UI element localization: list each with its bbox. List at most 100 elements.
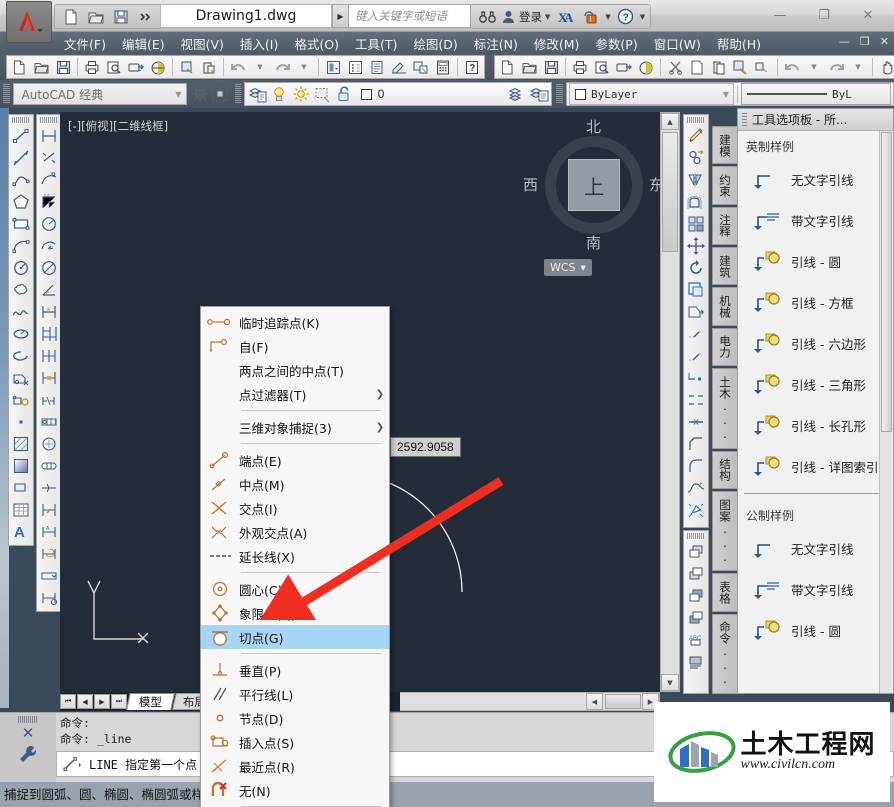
scroll-up-arrow[interactable]: ▲ bbox=[661, 113, 679, 130]
palette-tab-constraints[interactable]: 约束 bbox=[712, 166, 737, 205]
open-icon[interactable] bbox=[518, 57, 540, 77]
list-item[interactable]: 引线 - 六边形 bbox=[738, 323, 893, 364]
open-icon[interactable] bbox=[30, 57, 52, 77]
diameter-dimension-icon[interactable] bbox=[38, 257, 60, 279]
menu-item-quadrant[interactable]: 象限点(Q) bbox=[201, 601, 389, 625]
menu-view[interactable]: 视图(V) bbox=[173, 32, 232, 55]
toolbar-grip[interactable] bbox=[12, 117, 30, 123]
copy-object-icon[interactable] bbox=[685, 147, 707, 169]
send-hatch-to-back-icon[interactable] bbox=[685, 651, 707, 673]
sign-in-button[interactable]: 登录 bbox=[502, 9, 542, 25]
dbconnect-icon[interactable] bbox=[410, 57, 432, 77]
tool-palette-body[interactable]: 英制样例 无文字引线 带文字引线 引线 - 圆 引线 - 方框 引线 - 六边形 bbox=[738, 131, 893, 693]
plot-icon[interactable] bbox=[569, 57, 591, 77]
layer-on-off-icon[interactable] bbox=[268, 84, 290, 104]
menu-format[interactable]: 格式(O) bbox=[286, 32, 347, 55]
workspace-lock-icon[interactable] bbox=[210, 84, 231, 104]
binoculars-icon[interactable] bbox=[476, 6, 499, 27]
menu-item-center[interactable]: 圆心(C) bbox=[201, 577, 389, 601]
menu-item-parallel[interactable]: 平行线(L) bbox=[201, 682, 389, 706]
dimension-inspect-icon[interactable] bbox=[38, 455, 60, 477]
list-item[interactable]: 引线 - 长孔形 bbox=[738, 405, 893, 446]
toolbar-grip[interactable] bbox=[40, 117, 58, 123]
ellipse-icon[interactable] bbox=[10, 323, 32, 345]
properties-icon[interactable] bbox=[344, 57, 366, 77]
menu-help[interactable]: 帮助(H) bbox=[709, 32, 769, 55]
undo-icon[interactable] bbox=[227, 57, 249, 77]
list-item[interactable]: 无文字引线 bbox=[738, 528, 893, 569]
layer-freeze-thaw-icon[interactable] bbox=[290, 84, 312, 104]
menu-item-intersection[interactable]: 交点(I) bbox=[201, 496, 389, 520]
palette-tab-electrical[interactable]: 电力 bbox=[712, 327, 737, 367]
viewcube[interactable]: 上 北 南 西 东 bbox=[523, 118, 664, 252]
rectangle-icon[interactable] bbox=[10, 213, 32, 235]
dimension-jog-line-icon[interactable] bbox=[38, 477, 60, 499]
minimize-button[interactable]: — bbox=[758, 2, 802, 28]
erase-icon[interactable] bbox=[685, 125, 707, 147]
scroll-thumb-horizontal[interactable] bbox=[605, 694, 641, 709]
help-icon[interactable]: ? bbox=[461, 57, 483, 77]
send-under-object-icon[interactable] bbox=[685, 607, 707, 629]
continue-dimension-icon[interactable] bbox=[38, 345, 60, 367]
menu-item-insert-point[interactable]: 插入点(S) bbox=[201, 730, 389, 754]
scroll-down-arrow[interactable]: ▼ bbox=[661, 674, 679, 691]
3dprint-icon[interactable] bbox=[147, 57, 169, 77]
send-to-back-icon[interactable] bbox=[685, 563, 707, 585]
layer-properties-manager-icon[interactable] bbox=[246, 84, 268, 104]
table-icon[interactable] bbox=[10, 499, 32, 521]
new-icon[interactable] bbox=[8, 57, 30, 77]
exchange-icon[interactable]: XA bbox=[553, 6, 576, 27]
canvas-vertical-scrollbar[interactable]: ▲ ▼ bbox=[660, 112, 680, 692]
bring-to-front-icon[interactable] bbox=[685, 541, 707, 563]
redo-dropdown-icon[interactable]: ▼ bbox=[847, 57, 869, 77]
undo-icon[interactable] bbox=[781, 57, 803, 77]
palette-tab-structural[interactable]: 结构 bbox=[712, 450, 737, 489]
palette-tab-civil[interactable]: 土木... bbox=[712, 368, 737, 449]
menu-item-perpendicular[interactable]: 垂直(P) bbox=[201, 658, 389, 682]
arc-icon[interactable] bbox=[10, 235, 32, 257]
doc-close-button[interactable]: ✕ bbox=[877, 35, 892, 48]
layer-freeze-viewport-icon[interactable] bbox=[312, 84, 334, 104]
tab-prev-button[interactable]: ◀ bbox=[77, 694, 93, 709]
list-item[interactable]: 引线 - 详图索引 bbox=[738, 446, 893, 487]
linear-dimension-icon[interactable] bbox=[38, 125, 60, 147]
plot-preview-icon[interactable] bbox=[103, 57, 125, 77]
extend-icon[interactable] bbox=[685, 345, 707, 367]
toolbar-grip[interactable] bbox=[687, 117, 705, 123]
dbconnect2-icon[interactable] bbox=[752, 57, 774, 77]
chevron-down-icon[interactable]: ▼ bbox=[723, 90, 733, 99]
trim-icon[interactable] bbox=[685, 323, 707, 345]
spline-icon[interactable] bbox=[10, 301, 32, 323]
open-icon[interactable] bbox=[84, 6, 107, 27]
bring-above-object-icon[interactable] bbox=[685, 585, 707, 607]
polyline-icon[interactable] bbox=[10, 169, 32, 191]
doc-restore-button[interactable]: ❐ bbox=[857, 35, 873, 48]
break-icon[interactable] bbox=[685, 389, 707, 411]
toolbar-grip[interactable] bbox=[556, 84, 564, 104]
palette-tab-annotation[interactable]: 注释 bbox=[712, 206, 737, 246]
explode-icon[interactable] bbox=[685, 499, 707, 521]
scroll-thumb-vertical[interactable] bbox=[662, 132, 678, 252]
mirror-icon[interactable] bbox=[685, 169, 707, 191]
tab-last-button[interactable]: ⏭ bbox=[111, 694, 127, 709]
3dprint-icon[interactable] bbox=[635, 57, 657, 77]
plot-icon[interactable] bbox=[81, 57, 103, 77]
array-icon[interactable] bbox=[685, 213, 707, 235]
multiline-text-icon[interactable]: A bbox=[10, 521, 32, 543]
markup-icon[interactable] bbox=[388, 57, 410, 77]
save-icon[interactable] bbox=[109, 6, 132, 27]
designcenter-icon[interactable] bbox=[322, 57, 344, 77]
rotate-icon[interactable] bbox=[685, 257, 707, 279]
dimension-style-dropdown-icon[interactable] bbox=[38, 565, 60, 587]
list-item[interactable]: 引线 - 方框 bbox=[738, 282, 893, 323]
list-item[interactable]: 带文字引线 bbox=[738, 200, 893, 241]
angular-dimension-icon[interactable] bbox=[38, 279, 60, 301]
menu-item-temporary-track-point[interactable]: 临时追踪点(K) bbox=[201, 310, 389, 334]
customize-wrench-icon[interactable] bbox=[17, 743, 39, 765]
point-icon[interactable] bbox=[10, 411, 32, 433]
calculator-icon[interactable] bbox=[432, 57, 454, 77]
menu-item-3d-object-snap[interactable]: 三维对象捕捉(3) ❯ bbox=[201, 415, 389, 439]
jogged-dimension-icon[interactable] bbox=[38, 235, 60, 257]
offset-icon[interactable] bbox=[685, 191, 707, 213]
signin-caret-icon[interactable]: ▼ bbox=[545, 13, 550, 21]
